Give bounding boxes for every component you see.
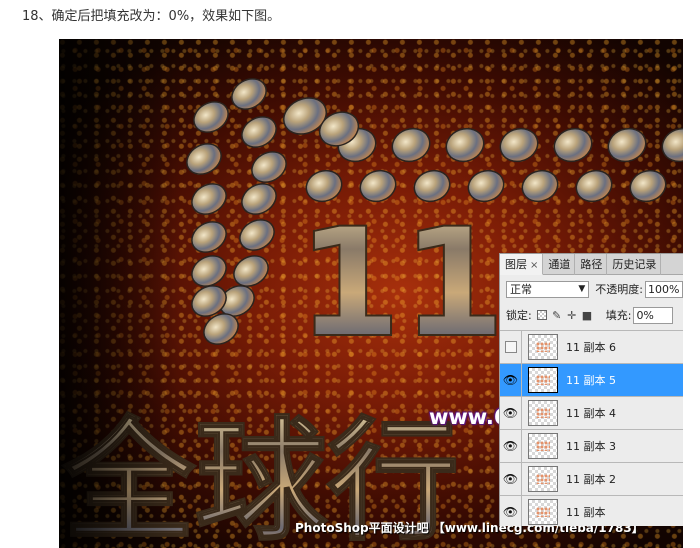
lock-row: 锁定: ✎ ✛ ■ 填充: 0% (500, 303, 683, 327)
metal-bead (521, 169, 559, 203)
metal-bead (661, 127, 683, 163)
layer-name: 11 副本 4 (566, 407, 616, 420)
metal-bead (231, 78, 267, 110)
layer-list: 11 副本 6 👁 11 副本 5 👁 11 副本 4 👁 11 副本 3 👁 … (500, 330, 683, 526)
metal-bead (629, 169, 667, 203)
layer-row[interactable]: 👁 11 副本 (500, 495, 683, 526)
visibility-toggle[interactable]: 👁 (500, 396, 522, 430)
metal-bead (241, 183, 277, 215)
metal-bead (251, 151, 287, 183)
lock-move-icon[interactable]: ✛ (567, 309, 577, 322)
metal-bead (191, 221, 227, 253)
tab-paths[interactable]: 路径 (575, 254, 608, 275)
layer-name: 11 副本 (566, 506, 606, 519)
opacity-label: 不透明度: (595, 283, 643, 296)
visibility-toggle[interactable]: 👁 (500, 429, 522, 463)
layer-name: 11 副本 2 (566, 473, 616, 486)
layer-row[interactable]: 👁 11 副本 3 (500, 429, 683, 463)
metal-bead (391, 127, 431, 163)
fill-label: 填充: (605, 309, 632, 322)
chevron-down-icon: ▼ (578, 283, 586, 294)
layer-name: 11 副本 3 (566, 440, 616, 453)
lock-paint-icon[interactable]: ✎ (552, 309, 562, 322)
layer-row-selected[interactable]: 👁 11 副本 5 (500, 363, 683, 397)
tab-history[interactable]: 历史记录 (607, 254, 662, 275)
metal-bead (233, 255, 269, 287)
metal-bead (575, 169, 613, 203)
visibility-toggle[interactable] (500, 330, 522, 364)
metal-bead (239, 219, 275, 251)
hidden-box-icon (504, 341, 517, 353)
big-eleven-text: 11 (297, 197, 506, 371)
metal-bead (607, 127, 647, 163)
close-icon[interactable]: × (530, 260, 538, 271)
lock-label: 锁定: (506, 309, 532, 322)
layer-name: 11 副本 6 (566, 341, 616, 354)
tab-layers[interactable]: 图层 × (500, 254, 544, 275)
layer-row[interactable]: 11 副本 6 (500, 330, 683, 364)
layer-thumbnail (528, 433, 558, 459)
metal-bead (680, 166, 683, 207)
metal-bead (445, 127, 485, 163)
visibility-toggle[interactable]: 👁 (500, 363, 522, 397)
opacity-field[interactable]: 100% (645, 280, 683, 298)
layer-name: 11 副本 5 (566, 374, 616, 387)
step-caption: 18、确定后把填充改为：0%，效果如下图。 (22, 9, 281, 24)
tab-channels[interactable]: 通道 (543, 254, 576, 275)
layer-thumbnail (528, 466, 558, 492)
layer-thumbnail (528, 367, 558, 393)
blend-mode-select[interactable]: 正常 ▼ (506, 280, 590, 298)
metal-bead (241, 116, 277, 148)
layer-thumbnail (528, 400, 558, 426)
layers-panel: 图层 × 通道 路径 历史记录 正常 ▼ 不透明度: 100% 锁定: ✎ ✛ ■… (499, 253, 683, 526)
metal-bead (186, 143, 222, 175)
eye-icon: 👁 (502, 505, 519, 519)
visibility-toggle[interactable]: 👁 (500, 462, 522, 496)
layer-thumbnail (528, 499, 558, 525)
eye-icon: 👁 (502, 439, 519, 453)
eye-icon: 👁 (502, 472, 519, 486)
metal-bead (499, 127, 539, 163)
layer-row[interactable]: 👁 11 副本 2 (500, 462, 683, 496)
eye-icon: 👁 (502, 373, 519, 387)
visibility-toggle[interactable]: 👁 (500, 495, 522, 526)
eye-icon: 👁 (502, 406, 519, 420)
lock-all-icon[interactable]: ■ (582, 309, 592, 322)
metal-bead (191, 183, 227, 215)
blend-row: 正常 ▼ 不透明度: 100% (500, 278, 683, 300)
panel-tabs: 图层 × 通道 路径 历史记录 (500, 254, 683, 275)
metal-bead (193, 101, 229, 133)
metal-bead (553, 127, 593, 163)
fill-field[interactable]: 0% (633, 306, 674, 324)
lock-transparency-icon[interactable] (536, 310, 547, 320)
layer-row[interactable]: 👁 11 副本 4 (500, 396, 683, 430)
layer-thumbnail (528, 334, 558, 360)
